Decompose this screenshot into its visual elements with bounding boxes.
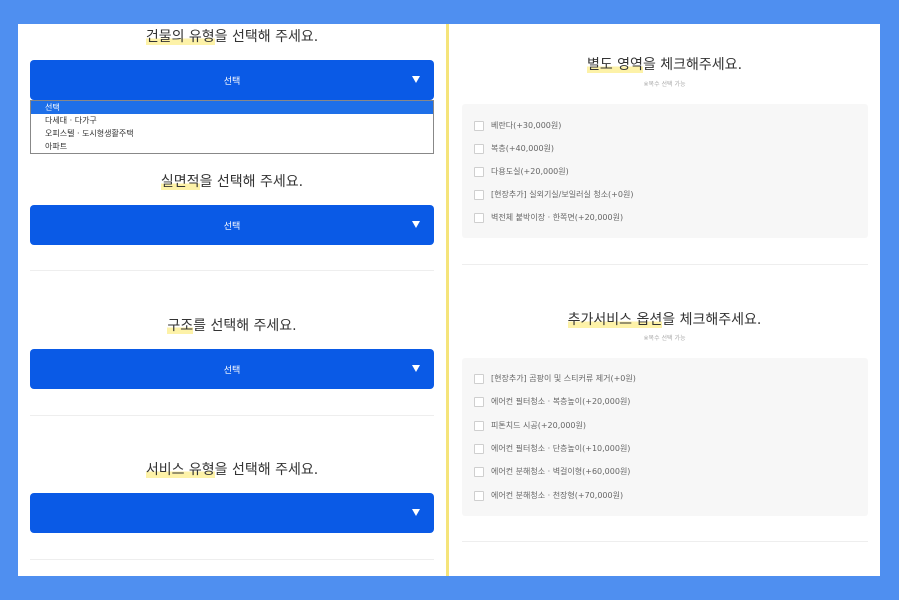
checkbox-option[interactable]: 에어컨 필터청소 · 복층높이(+20,000원) [474,396,630,407]
checkbox-label: 벽전체 붙박이장 · 한쪽면(+20,000원) [491,213,624,222]
checkbox-option[interactable]: 에어컨 필터청소 · 단층높이(+10,000원) [474,443,630,454]
checkbox-label: 에어컨 필터청소 · 복층높이(+20,000원) [491,397,631,406]
checkbox-option[interactable]: [현장추가] 곰팡이 및 스티커류 제거(+0원) [474,373,636,384]
checkbox-icon[interactable] [474,490,484,501]
additional-service-title-rest: 을 체크해주세요. [662,312,762,328]
structure-title-rest: 를 선택해 주세요. [193,318,297,334]
checkbox-icon[interactable] [474,443,484,454]
checkbox-label: [현장추가] 실외기실/보일러실 청소(+0원) [491,190,634,199]
checkbox-option[interactable]: 다용도실(+20,000원) [474,166,569,177]
floor-area-title-highlight: 실면적 [160,174,200,190]
additional-service-subtitle: ※복수 선택 가능 [643,335,686,342]
building-type-title-rest: 을 선택해 주세요. [214,29,319,45]
floor-area-title: 실면적을 선택해 주세요. [18,171,446,191]
chevron-down-icon [412,221,420,228]
checkbox-icon[interactable] [474,466,484,477]
checkbox-icon[interactable] [474,373,484,384]
dropdown-option[interactable]: 아파트 [31,140,433,153]
service-type-title-highlight: 서비스 유형 [145,462,215,478]
service-type-select[interactable] [30,493,434,533]
additional-service-title: 추가서비스 옵션을 체크해주세요. [449,309,880,329]
checkbox-label: 피톤치드 시공(+20,000원) [491,421,586,430]
floor-area-select-label: 선택 [223,221,241,232]
form-frame: 건물의 유형을 선택해 주세요. 선택 선택 다세대 · 다가구 오피스텔 · … [18,24,880,576]
floor-area-title-rest: 을 선택해 주세요. [199,174,304,190]
extra-area-title-rest: 을 체크해주세요. [642,57,743,73]
building-type-title-highlight: 건물의 유형 [145,29,215,45]
checkbox-option[interactable]: [현장추가] 실외기실/보일러실 청소(+0원) [474,189,633,200]
building-type-title: 건물의 유형을 선택해 주세요. [18,26,446,46]
section-divider [30,559,434,560]
checkbox-option[interactable]: 벽전체 붙박이장 · 한쪽면(+20,000원) [474,212,623,223]
structure-select-label: 선택 [223,365,241,376]
checkbox-icon[interactable] [474,396,484,407]
checkbox-option[interactable]: 베란다(+30,000원) [474,120,561,131]
section-divider [462,541,868,542]
checkbox-icon[interactable] [474,120,484,131]
dropdown-option[interactable]: 오피스텔 · 도시형생활주택 [31,127,433,140]
structure-title: 구조를 선택해 주세요. [18,315,446,335]
checkbox-option[interactable]: 피톤치드 시공(+20,000원) [474,420,586,431]
left-column: 건물의 유형을 선택해 주세요. 선택 선택 다세대 · 다가구 오피스텔 · … [18,24,446,576]
service-type-title: 서비스 유형을 선택해 주세요. [18,459,446,479]
checkbox-option[interactable]: 에어컨 분해청소 · 천장형(+70,000원) [474,490,623,501]
checkbox-option[interactable]: 에어컨 분해청소 · 벽걸이형(+60,000원) [474,466,630,477]
additional-service-title-highlight: 추가서비스 옵션 [567,312,663,328]
building-type-dropdown[interactable]: 선택 다세대 · 다가구 오피스텔 · 도시형생활주택 아파트 [30,100,434,154]
checkbox-label: 에어컨 분해청소 · 벽걸이형(+60,000원) [491,467,631,476]
right-column: 별도 영역을 체크해주세요. ※복수 선택 가능 베란다(+30,000원) 복… [449,24,880,576]
structure-select[interactable]: 선택 [30,349,434,389]
section-divider [462,264,868,265]
extra-area-title: 별도 영역을 체크해주세요. [449,54,880,74]
checkbox-label: 복층(+40,000원) [491,144,555,153]
additional-service-panel: [현장추가] 곰팡이 및 스티커류 제거(+0원) 에어컨 필터청소 · 복층높… [462,358,868,516]
checkbox-option[interactable]: 복층(+40,000원) [474,143,554,154]
extra-area-title-highlight: 별도 영역 [586,57,643,73]
dropdown-option[interactable]: 선택 [31,101,433,114]
checkbox-label: 에어컨 필터청소 · 단층높이(+10,000원) [491,444,631,453]
section-divider [30,415,434,416]
checkbox-label: 다용도실(+20,000원) [491,167,569,176]
chevron-down-icon [412,365,420,372]
structure-title-highlight: 구조 [167,318,194,334]
checkbox-icon[interactable] [474,143,484,154]
chevron-down-icon [412,76,420,83]
checkbox-icon[interactable] [474,420,484,431]
checkbox-label: 에어컨 분해청소 · 천장형(+70,000원) [491,491,624,500]
building-type-select-label: 선택 [223,76,241,87]
extra-area-panel: 베란다(+30,000원) 복층(+40,000원) 다용도실(+20,000원… [462,104,868,238]
chevron-down-icon [412,509,420,516]
dropdown-option[interactable]: 다세대 · 다가구 [31,114,433,127]
floor-area-select[interactable]: 선택 [30,205,434,245]
checkbox-label: [현장추가] 곰팡이 및 스티커류 제거(+0원) [491,374,636,383]
building-type-select[interactable]: 선택 [30,60,434,100]
checkbox-icon[interactable] [474,166,484,177]
checkbox-label: 베란다(+30,000원) [491,121,562,130]
section-divider [30,270,434,271]
checkbox-icon[interactable] [474,212,484,223]
extra-area-subtitle: ※복수 선택 가능 [643,81,686,88]
checkbox-icon[interactable] [474,189,484,200]
service-type-title-rest: 을 선택해 주세요. [214,462,319,478]
